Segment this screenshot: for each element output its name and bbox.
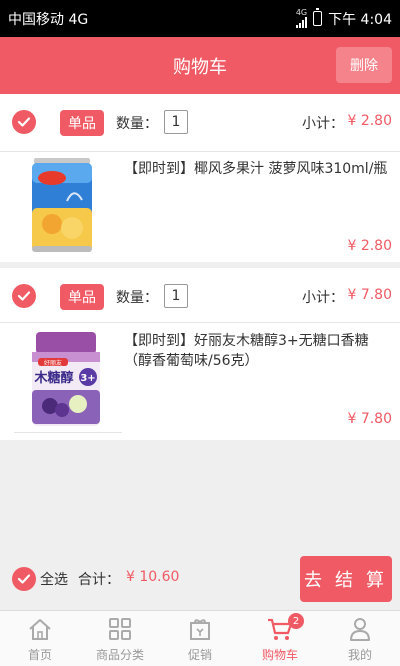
cart-item-header: 单品 数量： 1 小计： ¥ 2.80 bbox=[0, 94, 400, 151]
quantity-label: 数量： bbox=[116, 116, 158, 132]
check-icon bbox=[17, 117, 31, 127]
tab-home[interactable]: 首页 bbox=[0, 611, 80, 666]
jar-badge-text: 3+ bbox=[80, 373, 95, 384]
header: 购物车 删除 bbox=[0, 37, 400, 94]
jar-label-text: 木糖醇 bbox=[33, 370, 73, 386]
tab-cart[interactable]: 2 购物车 bbox=[240, 611, 320, 666]
status-icons: 4G 下午 4:04 bbox=[296, 8, 392, 29]
cart-item: 单品 数量： 1 小计： ¥ 2.80 【即时到】椰风多果汁 菠萝风味310ml… bbox=[0, 94, 400, 262]
tab-promotions[interactable]: 促销 bbox=[160, 611, 240, 666]
divider bbox=[14, 432, 122, 433]
quantity-label: 数量： bbox=[116, 290, 158, 306]
subtotal-label: 小计： bbox=[302, 290, 344, 306]
item-checkbox[interactable] bbox=[12, 284, 36, 308]
tab-profile[interactable]: 我的 bbox=[320, 611, 400, 666]
jar-brand-text: 好丽友 bbox=[44, 359, 62, 367]
divider bbox=[0, 151, 400, 152]
total-price: ¥ 10.60 bbox=[126, 569, 180, 585]
quantity-field[interactable]: 1 bbox=[164, 284, 188, 308]
network-type-label: 4G bbox=[295, 8, 308, 17]
tab-label: 我的 bbox=[347, 648, 372, 662]
gift-icon bbox=[190, 619, 210, 640]
item-type-tag: 单品 bbox=[60, 110, 104, 136]
product-image-juice-can[interactable] bbox=[22, 156, 114, 256]
status-bar: 中国移动 4G 4G 下午 4:04 bbox=[0, 0, 400, 37]
cart-count-badge: 2 bbox=[288, 613, 304, 629]
signal-icon: 4G bbox=[296, 9, 307, 28]
cart-item: 单品 数量： 1 小计： ¥ 7.80 好丽友 木糖醇 3+ 【即时到】好丽友木… bbox=[0, 268, 400, 440]
subtotal-price: ¥ 7.80 bbox=[347, 287, 392, 303]
cart-item-header: 单品 数量： 1 小计： ¥ 7.80 bbox=[0, 268, 400, 325]
tab-categories[interactable]: 商品分类 bbox=[80, 611, 160, 666]
product-price: ¥ 2.80 bbox=[347, 238, 392, 254]
check-icon bbox=[17, 574, 31, 584]
clock: 下午 4:04 bbox=[328, 11, 392, 28]
product-name[interactable]: 【即时到】好丽友木糖醇3+无糖口香糖（醇香葡萄味/56克） bbox=[124, 331, 392, 371]
product-image-gum-jar[interactable]: 好丽友 木糖醇 3+ bbox=[22, 330, 114, 430]
product-name[interactable]: 【即时到】椰风多果汁 菠萝风味310ml/瓶 bbox=[124, 159, 392, 179]
check-icon bbox=[17, 291, 31, 301]
carrier-label: 中国移动 4G bbox=[8, 11, 89, 28]
total-label: 合计： bbox=[78, 572, 120, 588]
page-title: 购物车 bbox=[173, 56, 227, 78]
tab-label: 首页 bbox=[27, 648, 52, 662]
home-icon bbox=[29, 619, 51, 640]
item-type-tag: 单品 bbox=[60, 284, 104, 310]
checkout-bar: 全选 合计： ¥ 10.60 去 结 算 bbox=[0, 548, 400, 610]
item-checkbox[interactable] bbox=[12, 110, 36, 134]
divider bbox=[0, 322, 400, 323]
tab-label: 购物车 bbox=[261, 648, 298, 662]
tab-label: 促销 bbox=[187, 648, 212, 662]
bottom-tab-bar: 首页 商品分类 促销 2 购物车 我的 bbox=[0, 610, 400, 666]
grid-icon bbox=[109, 618, 131, 640]
subtotal-price: ¥ 2.80 bbox=[347, 113, 392, 129]
delete-button[interactable]: 删除 bbox=[336, 47, 392, 83]
tab-label: 商品分类 bbox=[95, 648, 144, 662]
checkout-button[interactable]: 去 结 算 bbox=[300, 556, 392, 602]
person-icon bbox=[350, 618, 370, 641]
select-all-checkbox[interactable] bbox=[12, 567, 36, 591]
product-price: ¥ 7.80 bbox=[347, 411, 392, 427]
quantity-field[interactable]: 1 bbox=[164, 110, 188, 134]
select-all-label[interactable]: 全选 bbox=[40, 569, 68, 589]
subtotal-label: 小计： bbox=[302, 116, 344, 132]
battery-icon bbox=[313, 8, 323, 26]
